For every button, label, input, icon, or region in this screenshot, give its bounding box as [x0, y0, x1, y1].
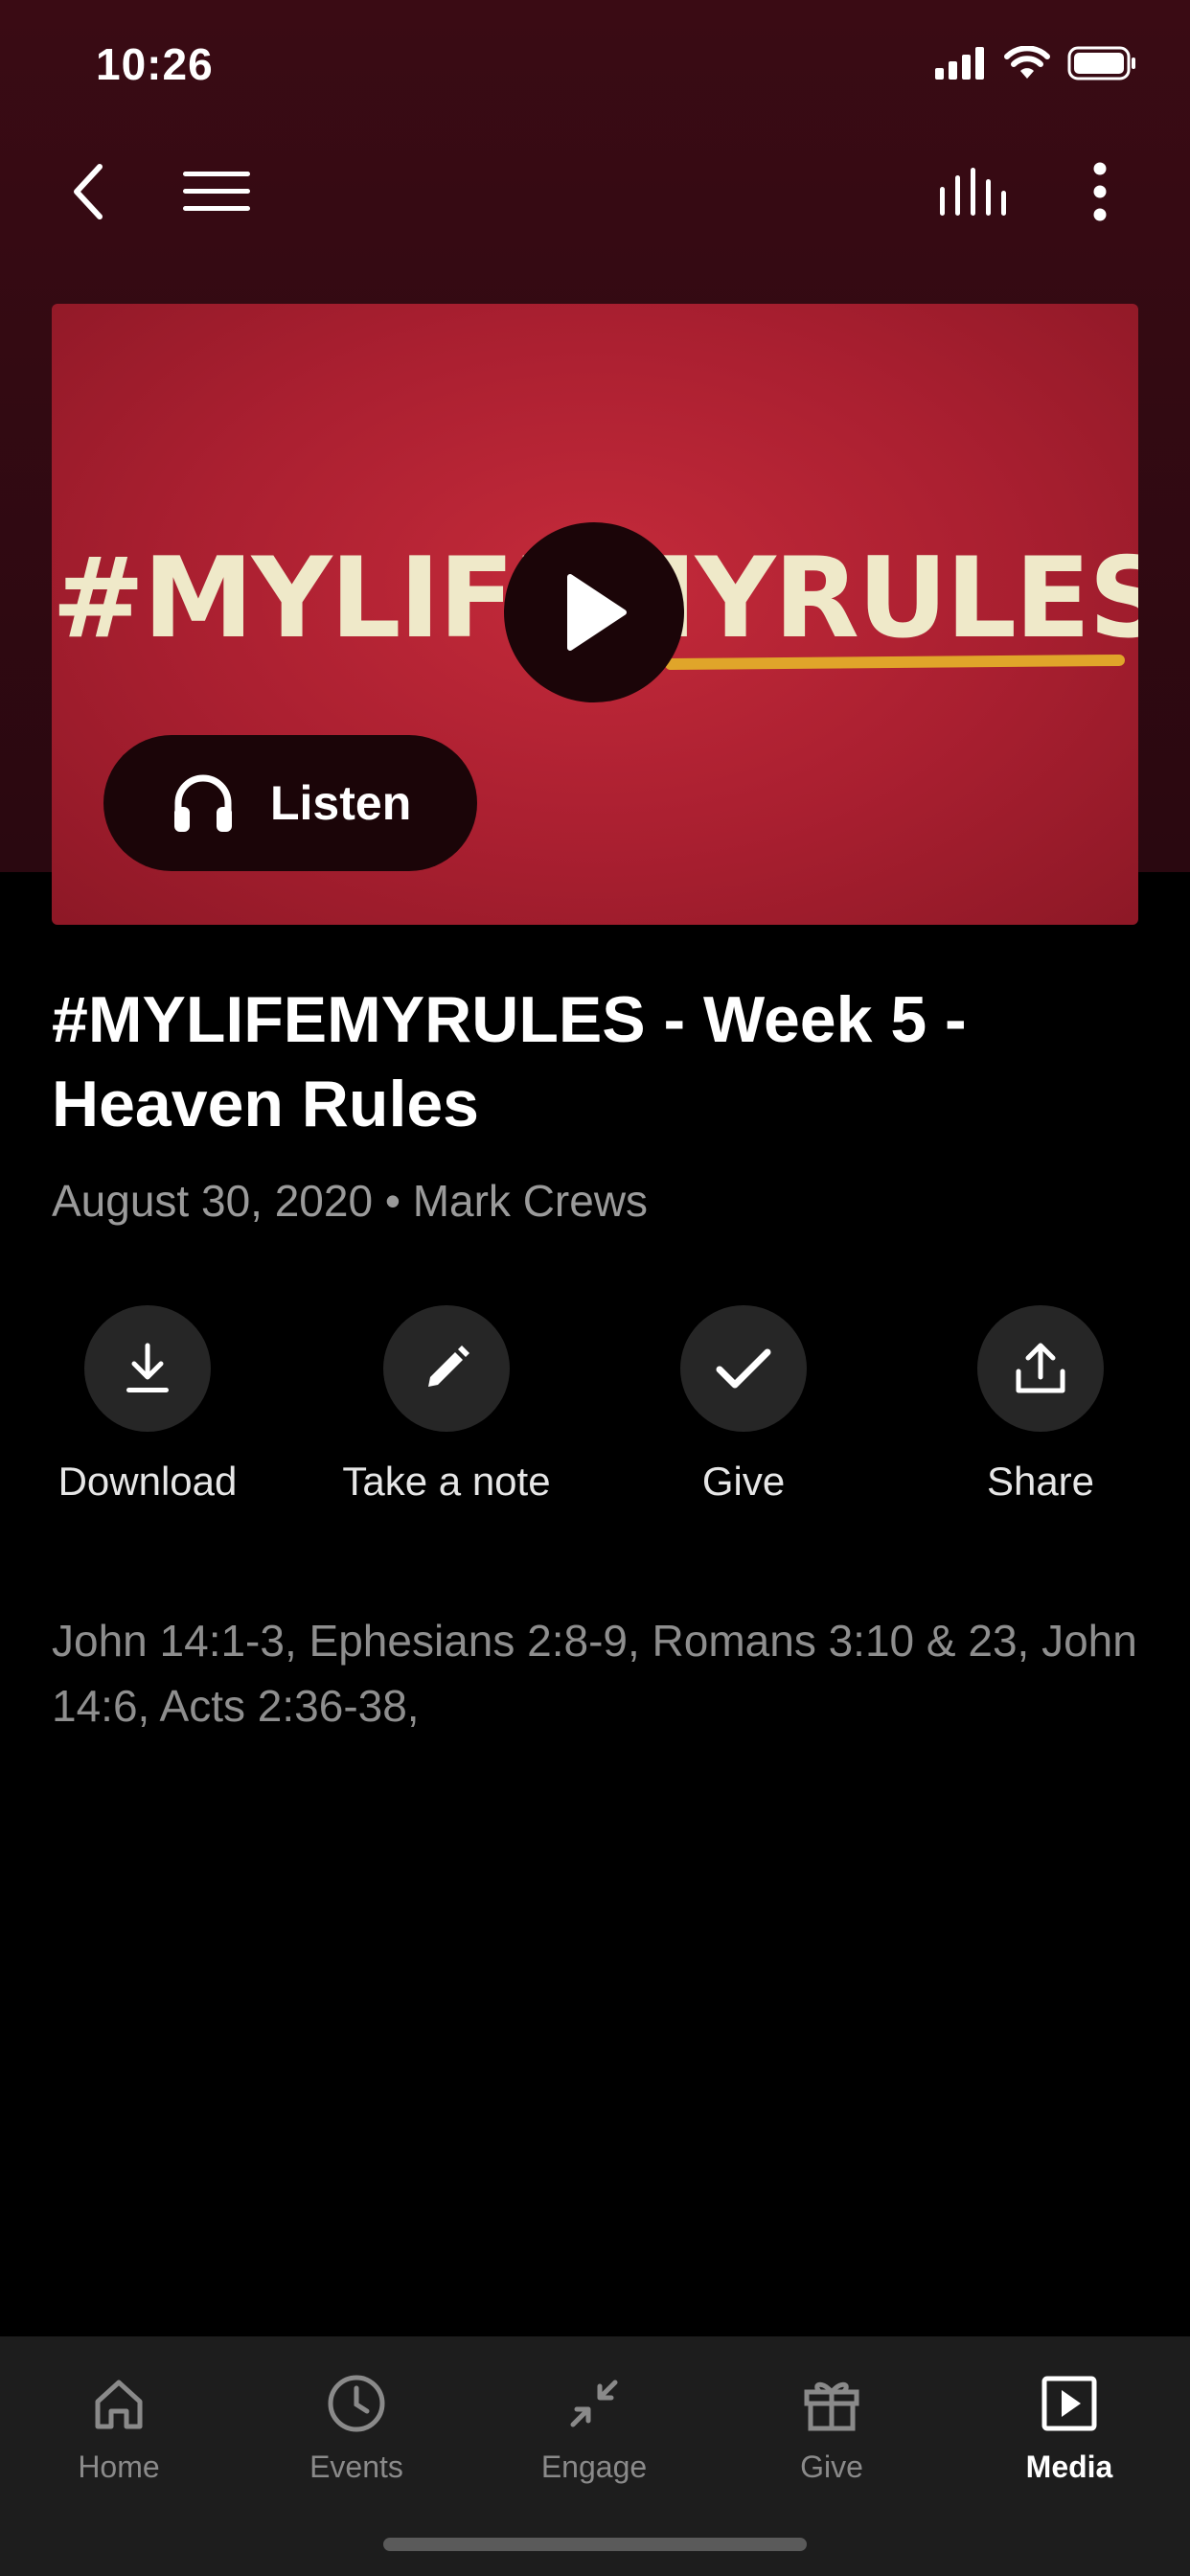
equalizer-icon: [940, 168, 1006, 216]
tab-events[interactable]: Events: [238, 2365, 475, 2485]
tab-give-label: Give: [800, 2450, 863, 2484]
hamburger-icon: [183, 172, 250, 211]
sermon-title: #MYLIFEMYRULES - Week 5 - Heaven Rules: [52, 983, 967, 1140]
more-vertical-icon: [1093, 162, 1107, 221]
share-label: Share: [986, 1459, 1095, 1504]
give-label: Give: [701, 1459, 786, 1504]
download-icon: [126, 1343, 169, 1392]
status-bar: 10:26: [0, 0, 1190, 134]
status-icons: [935, 46, 1136, 80]
play-icon: [567, 574, 627, 651]
more-options-button[interactable]: [1062, 153, 1138, 230]
tab-engage-label: Engage: [540, 2450, 648, 2484]
share-button[interactable]: Share: [897, 1305, 1184, 1505]
take-note-button[interactable]: Take a note: [303, 1305, 590, 1505]
action-row: Download Take a note Give Share: [0, 1305, 1190, 1526]
download-circle: [84, 1305, 211, 1432]
download-button[interactable]: Download: [4, 1305, 291, 1505]
download-label: Download: [57, 1459, 238, 1504]
give-button[interactable]: Give: [600, 1305, 887, 1505]
take-note-circle: [383, 1305, 510, 1432]
tab-home-label: Home: [78, 2450, 160, 2484]
tab-give[interactable]: Give: [713, 2365, 950, 2485]
checkmark-icon: [716, 1348, 771, 1389]
nav-bar: [0, 134, 1190, 249]
tab-home[interactable]: Home: [0, 2365, 238, 2485]
cellular-signal-icon: [935, 47, 984, 80]
give-circle: [680, 1305, 807, 1432]
home-icon: [95, 2380, 143, 2429]
tab-media-label: Media: [1025, 2450, 1113, 2484]
share-icon: [1016, 1343, 1065, 1393]
scripture-references: John 14:1-3, Ephesians 2:8-9, Romans 3:1…: [52, 1616, 1137, 1731]
tab-media[interactable]: Media: [950, 2365, 1188, 2485]
audio-levels-button[interactable]: [935, 153, 1012, 230]
play-square-icon: [1041, 2376, 1097, 2431]
battery-icon: [1067, 46, 1135, 80]
tab-engage[interactable]: Engage: [475, 2365, 713, 2485]
sermon-artwork[interactable]: #MYLIFEMYRULES Listen: [52, 304, 1138, 925]
play-button[interactable]: [504, 522, 684, 702]
back-button[interactable]: [50, 153, 126, 230]
share-circle: [977, 1305, 1104, 1432]
chevron-left-icon: [74, 164, 103, 219]
take-note-label: Take a note: [342, 1459, 551, 1504]
gift-icon: [804, 2381, 859, 2431]
status-time: 10:26: [96, 39, 214, 89]
pencil-icon: [428, 1346, 469, 1387]
sermon-meta: August 30, 2020 • Mark Crews: [52, 1176, 649, 1226]
tab-events-label: Events: [309, 2450, 403, 2484]
home-indicator[interactable]: [383, 2538, 807, 2551]
headphones-icon: [174, 774, 232, 832]
listen-label: Listen: [270, 776, 412, 830]
menu-button[interactable]: [178, 153, 255, 230]
clock-icon: [328, 2375, 385, 2432]
engage-arrows-icon: [570, 2380, 618, 2427]
wifi-icon: [1004, 46, 1050, 79]
listen-button[interactable]: Listen: [103, 735, 477, 871]
